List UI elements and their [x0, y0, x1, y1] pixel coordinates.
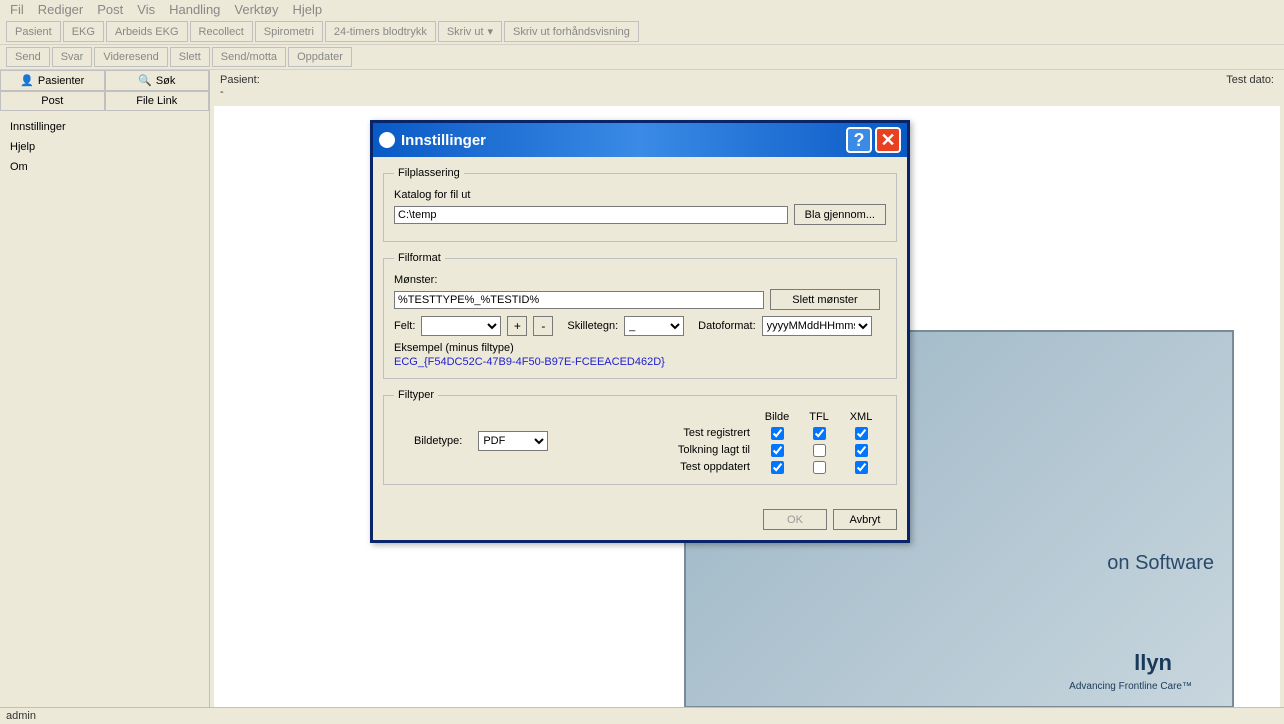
eksempel-label: Eksempel (minus filtype) [394, 342, 886, 354]
filtyper-group: Filtyper Bildetype: PDF Bilde TFL XML Te… [383, 389, 897, 485]
chk-r2-xml[interactable] [855, 444, 868, 457]
tb-spirometri[interactable]: Spirometri [255, 21, 323, 42]
filtyper-legend: Filtyper [394, 389, 438, 401]
bildetype-label: Bildetype: [414, 435, 462, 447]
browse-button[interactable]: Bla gjennom... [794, 204, 886, 225]
dialog-icon [379, 132, 395, 148]
menubar: Fil Rediger Post Vis Handling Verktøy Hj… [0, 0, 1284, 19]
toolbar-main: Pasient EKG Arbeids EKG Recollect Spirom… [0, 19, 1284, 45]
nav-innstillinger[interactable]: Innstillinger [0, 117, 209, 137]
row-tolkning: Tolkning lagt til [678, 444, 750, 457]
datoformat-label: Datoformat: [698, 320, 755, 332]
tb-svar[interactable]: Svar [52, 47, 93, 67]
tb-blodtrykk[interactable]: 24-timers blodtrykk [325, 21, 436, 42]
menu-rediger[interactable]: Rediger [38, 2, 84, 17]
help-button[interactable]: ? [846, 127, 872, 153]
skilletegn-label: Skilletegn: [567, 320, 618, 332]
felt-combo[interactable] [421, 316, 501, 336]
testdato-label: Test dato: [1226, 74, 1274, 86]
filformat-group: Filformat Mønster: Slett mønster Felt: +… [383, 252, 897, 379]
col-bilde: Bilde [765, 411, 789, 423]
tb-slett[interactable]: Slett [170, 47, 210, 67]
ok-button[interactable]: OK [763, 509, 827, 530]
minus-button[interactable]: - [533, 316, 553, 336]
tb-pasient[interactable]: Pasient [6, 21, 61, 42]
tb-forhandsvisning[interactable]: Skriv ut forhåndsvisning [504, 21, 639, 42]
titlebar[interactable]: Innstillinger ? ✕ [373, 123, 907, 157]
tb-recollect[interactable]: Recollect [190, 21, 253, 42]
felt-label: Felt: [394, 320, 415, 332]
statusbar: admin [0, 707, 1284, 724]
filformat-legend: Filformat [394, 252, 445, 264]
plus-button[interactable]: + [507, 316, 527, 336]
katalog-input[interactable] [394, 206, 788, 224]
brand-text: llyn [1134, 650, 1172, 676]
slett-monster-button[interactable]: Slett mønster [770, 289, 880, 310]
chk-r2-tfl[interactable] [813, 444, 826, 457]
filplassering-legend: Filplassering [394, 167, 464, 179]
chk-r2-bilde[interactable] [771, 444, 784, 457]
menu-vis[interactable]: Vis [137, 2, 155, 17]
row-test-oppdatert: Test oppdatert [680, 461, 750, 474]
toolbar-mail: Send Svar Videresend Slett Send/motta Op… [0, 45, 1284, 70]
chk-r1-xml[interactable] [855, 427, 868, 440]
monster-input[interactable] [394, 291, 764, 309]
tb-videresend[interactable]: Videresend [94, 47, 167, 67]
datoformat-combo[interactable]: yyyyMMddHHmms [762, 316, 872, 336]
chk-r1-bilde[interactable] [771, 427, 784, 440]
chk-r3-xml[interactable] [855, 461, 868, 474]
menu-fil[interactable]: Fil [10, 2, 24, 17]
monster-label: Mønster: [394, 274, 886, 286]
subtab-filelink[interactable]: File Link [105, 91, 210, 111]
tb-send[interactable]: Send [6, 47, 50, 67]
left-panel: 👤 Pasienter 🔍 Søk Post File Link Innstil… [0, 70, 210, 716]
settings-dialog: Innstillinger ? ✕ Filplassering Katalog … [370, 120, 910, 543]
menu-handling[interactable]: Handling [169, 2, 220, 17]
software-text: on Software [1107, 552, 1214, 575]
tab-pasienter[interactable]: 👤 Pasienter [0, 70, 105, 91]
tagline: Advancing Frontline Care™ [1069, 681, 1192, 692]
tb-oppdater[interactable]: Oppdater [288, 47, 352, 67]
pasient-value: - [220, 86, 224, 98]
tab-sok[interactable]: 🔍 Søk [105, 70, 210, 91]
menu-hjelp[interactable]: Hjelp [293, 2, 323, 17]
menu-verktoy[interactable]: Verktøy [234, 2, 278, 17]
tb-arbeids-ekg[interactable]: Arbeids EKG [106, 21, 188, 42]
katalog-label: Katalog for fil ut [394, 189, 886, 201]
pasient-label: Pasient: [220, 74, 260, 86]
chk-r3-tfl[interactable] [813, 461, 826, 474]
menu-post[interactable]: Post [97, 2, 123, 17]
tb-ekg[interactable]: EKG [63, 21, 104, 42]
col-tfl: TFL [809, 411, 829, 423]
row-test-registrert: Test registrert [683, 427, 750, 440]
tb-skriv-ut[interactable]: Skriv ut ▾ [438, 21, 502, 42]
avbryt-button[interactable]: Avbryt [833, 509, 897, 530]
chk-r1-tfl[interactable] [813, 427, 826, 440]
status-user: admin [6, 710, 36, 722]
col-xml: XML [850, 411, 873, 423]
nav-hjelp[interactable]: Hjelp [0, 137, 209, 157]
skilletegn-combo[interactable]: _ [624, 316, 684, 336]
eksempel-value: ECG_{F54DC52C-47B9-4F50-B97E-FCEEACED462… [394, 356, 886, 368]
chk-r3-bilde[interactable] [771, 461, 784, 474]
bildetype-combo[interactable]: PDF [478, 431, 548, 451]
tb-send-motta[interactable]: Send/motta [212, 47, 286, 67]
filplassering-group: Filplassering Katalog for fil ut Bla gje… [383, 167, 897, 242]
nav-om[interactable]: Om [0, 157, 209, 177]
dialog-title: Innstillinger [401, 132, 486, 149]
subtab-post[interactable]: Post [0, 91, 105, 111]
close-button[interactable]: ✕ [875, 127, 901, 153]
